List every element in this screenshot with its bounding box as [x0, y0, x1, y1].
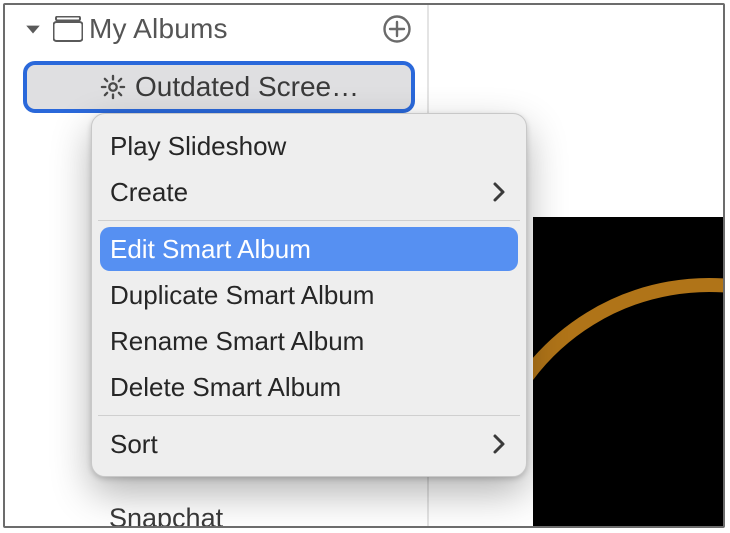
menu-item-edit-smart-album[interactable]: Edit Smart Album — [100, 227, 518, 271]
menu-item-duplicate-smart-album[interactable]: Duplicate Smart Album — [100, 273, 518, 317]
sidebar-item-snapchat[interactable]: Snapchat — [109, 503, 223, 528]
menu-item-create[interactable]: Create — [100, 170, 518, 214]
menu-separator — [98, 415, 520, 416]
sidebar-item-outdated-screenshots[interactable]: Outdated Scree… — [23, 61, 415, 113]
chevron-right-icon — [492, 433, 506, 455]
context-menu: Play Slideshow Create Edit Smart Album Dupl… — [91, 113, 527, 477]
menu-item-label: Rename Smart Album — [110, 326, 364, 357]
menu-item-label: Play Slideshow — [110, 131, 286, 162]
menu-item-label: Duplicate Smart Album — [110, 280, 374, 311]
add-album-button[interactable] — [377, 14, 417, 44]
sidebar-section-my-albums[interactable]: My Albums — [19, 5, 417, 53]
menu-item-label: Create — [110, 177, 188, 208]
albums-folder-icon — [47, 16, 89, 42]
photo-arc-decoration — [533, 241, 723, 526]
chevron-right-icon — [492, 181, 506, 203]
app-window: My Albums Ou — [3, 3, 725, 528]
menu-item-label: Delete Smart Album — [110, 372, 341, 403]
photo-preview — [533, 217, 723, 526]
sidebar-item-label: Outdated Scree… — [89, 71, 359, 103]
menu-item-label: Edit Smart Album — [110, 234, 311, 265]
menu-item-play-slideshow[interactable]: Play Slideshow — [100, 124, 518, 168]
menu-item-label: Sort — [110, 429, 158, 460]
sidebar-section-title: My Albums — [89, 13, 377, 45]
menu-item-delete-smart-album[interactable]: Delete Smart Album — [100, 365, 518, 409]
smart-album-gear-icon — [97, 73, 129, 101]
menu-separator — [98, 220, 520, 221]
menu-item-sort[interactable]: Sort — [100, 422, 518, 466]
disclosure-triangle-icon[interactable] — [19, 20, 47, 38]
menu-item-rename-smart-album[interactable]: Rename Smart Album — [100, 319, 518, 363]
